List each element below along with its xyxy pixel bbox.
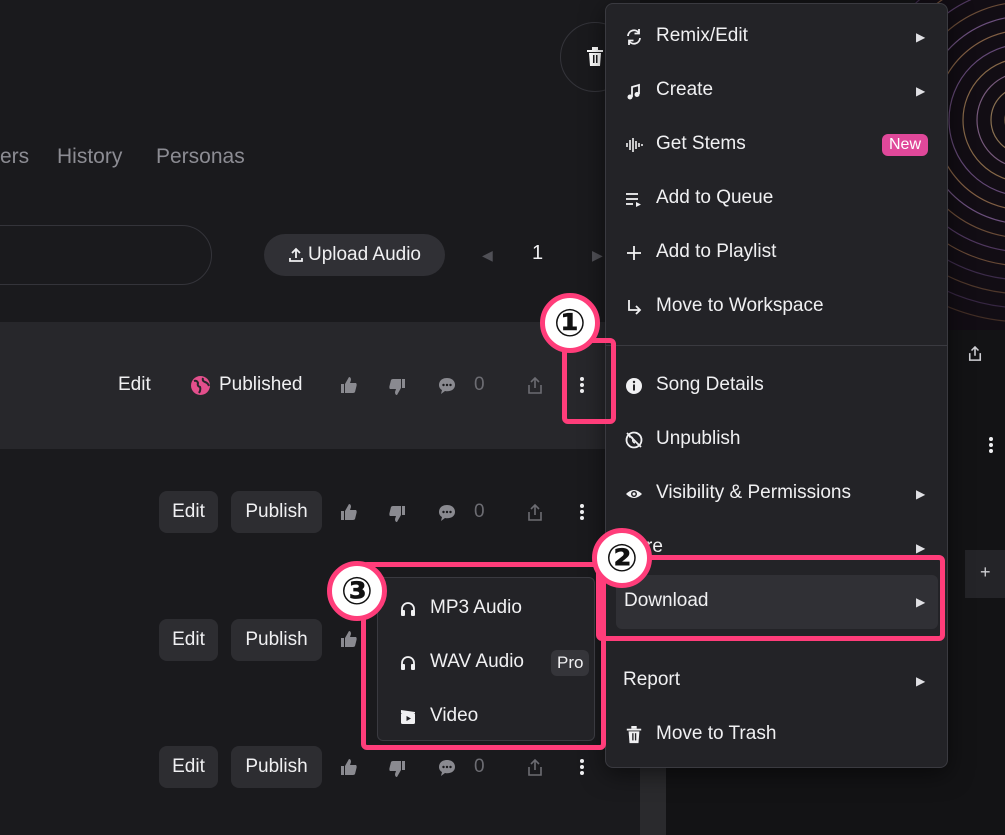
share-icon[interactable] bbox=[527, 504, 543, 522]
thumbs-up-icon[interactable] bbox=[340, 758, 358, 776]
published-label: Published bbox=[219, 374, 303, 395]
pager-prev-icon[interactable]: ◀ bbox=[482, 247, 493, 264]
new-badge: New bbox=[882, 134, 929, 156]
menu-item-label: Move to Trash bbox=[656, 723, 777, 744]
upload-icon bbox=[288, 247, 304, 263]
annotation-marker-1: ① bbox=[540, 293, 600, 353]
annotation-box-3 bbox=[361, 562, 606, 750]
pager-current: 1 bbox=[532, 242, 544, 264]
menu-item-song-details[interactable]: Song Details bbox=[606, 359, 947, 413]
chevron-right-icon: ▶ bbox=[916, 30, 926, 44]
music-note-icon bbox=[625, 82, 643, 100]
edit-button[interactable]: Edit bbox=[159, 619, 218, 661]
menu-item-move-to-workspace[interactable]: Move to Workspace bbox=[606, 280, 947, 334]
menu-item-label: Get Stems bbox=[656, 133, 746, 154]
arrow-return-icon bbox=[625, 298, 643, 316]
search-input[interactable] bbox=[0, 225, 212, 285]
menu-item-add-to-playlist[interactable]: Add to Playlist bbox=[606, 226, 947, 280]
info-icon bbox=[625, 377, 643, 395]
more-options-icon[interactable] bbox=[579, 503, 585, 521]
publish-button[interactable]: Publish bbox=[231, 619, 322, 661]
thumbs-down-icon[interactable] bbox=[388, 505, 406, 523]
chevron-right-icon: ▶ bbox=[916, 541, 926, 555]
thumbs-down-icon[interactable] bbox=[388, 378, 406, 396]
menu-item-get-stems[interactable]: Get Stems New bbox=[606, 118, 947, 172]
menu-item-add-to-queue[interactable]: Add to Queue bbox=[606, 172, 947, 226]
menu-item-label: Report bbox=[623, 669, 681, 690]
published-status: Published bbox=[190, 374, 302, 396]
remix-icon bbox=[625, 28, 643, 46]
plus-icon bbox=[625, 244, 643, 262]
trash-icon bbox=[586, 47, 604, 67]
menu-item-label: Add to Queue bbox=[656, 187, 774, 208]
upload-audio-button[interactable]: Upload Audio bbox=[264, 234, 445, 276]
menu-item-visibility-permissions[interactable]: Visibility & Permissions ▶ bbox=[606, 467, 947, 521]
menu-item-label: Create bbox=[656, 79, 714, 100]
globe-icon bbox=[190, 375, 211, 396]
menu-item-label: Add to Playlist bbox=[656, 241, 777, 262]
edit-button[interactable]: Edit bbox=[159, 746, 218, 788]
menu-item-remix-edit[interactable]: Remix/Edit ▶ bbox=[606, 10, 947, 64]
menu-divider bbox=[606, 345, 947, 346]
menu-item-unpublish[interactable]: Unpublish bbox=[606, 413, 947, 467]
song-row[interactable] bbox=[0, 322, 640, 449]
chevron-right-icon: ▶ bbox=[916, 487, 926, 501]
tab-personas[interactable]: Personas bbox=[156, 145, 245, 169]
thumbs-up-icon[interactable] bbox=[340, 376, 358, 394]
song-context-menu: Remix/Edit ▶ Create ▶ Get Stems New Add … bbox=[605, 3, 948, 768]
pager-next-icon[interactable]: ▶ bbox=[592, 247, 603, 264]
thumbs-down-icon[interactable] bbox=[388, 760, 406, 778]
menu-item-label: Move to Workspace bbox=[656, 295, 824, 316]
comment-count: 0 bbox=[474, 756, 485, 777]
tab-partial[interactable]: ers bbox=[0, 145, 29, 169]
edit-button[interactable]: Edit bbox=[159, 491, 218, 533]
menu-item-label: Visibility & Permissions bbox=[656, 482, 851, 503]
more-options-icon[interactable] bbox=[988, 436, 994, 454]
trash-icon bbox=[625, 726, 643, 744]
tab-history[interactable]: History bbox=[57, 145, 122, 169]
eye-icon bbox=[625, 485, 643, 503]
comment-icon[interactable] bbox=[438, 759, 456, 777]
edit-link[interactable]: Edit bbox=[118, 374, 151, 396]
share-icon[interactable] bbox=[527, 377, 543, 395]
menu-item-create[interactable]: Create ▶ bbox=[606, 64, 947, 118]
menu-item-label: Remix/Edit bbox=[656, 25, 748, 46]
comment-count: 0 bbox=[474, 501, 485, 522]
comment-icon[interactable] bbox=[438, 504, 456, 522]
waveform-icon bbox=[625, 136, 643, 154]
more-options-icon[interactable] bbox=[579, 758, 585, 776]
upload-audio-label: Upload Audio bbox=[307, 244, 422, 265]
annotation-marker-2: ② bbox=[592, 528, 652, 588]
annotation-marker-3: ③ bbox=[327, 561, 387, 621]
share-icon[interactable] bbox=[968, 346, 982, 362]
menu-item-label: Unpublish bbox=[656, 428, 741, 449]
chevron-right-icon: ▶ bbox=[916, 84, 926, 98]
comment-count: 0 bbox=[474, 374, 485, 395]
queue-icon bbox=[625, 190, 643, 208]
share-icon[interactable] bbox=[527, 759, 543, 777]
menu-item-label: Song Details bbox=[656, 374, 764, 395]
thumbs-up-icon[interactable] bbox=[340, 630, 358, 648]
publish-button[interactable]: Publish bbox=[231, 491, 322, 533]
unpublish-icon bbox=[625, 431, 643, 449]
menu-item-move-to-trash[interactable]: Move to Trash bbox=[606, 708, 947, 762]
publish-button[interactable]: Publish bbox=[231, 746, 322, 788]
chevron-right-icon: ▶ bbox=[916, 674, 926, 688]
menu-item-report[interactable]: Report ▶ bbox=[606, 654, 947, 708]
thumbs-up-icon[interactable] bbox=[340, 503, 358, 521]
plus-icon[interactable]: + bbox=[980, 562, 991, 583]
comment-icon[interactable] bbox=[438, 377, 456, 395]
